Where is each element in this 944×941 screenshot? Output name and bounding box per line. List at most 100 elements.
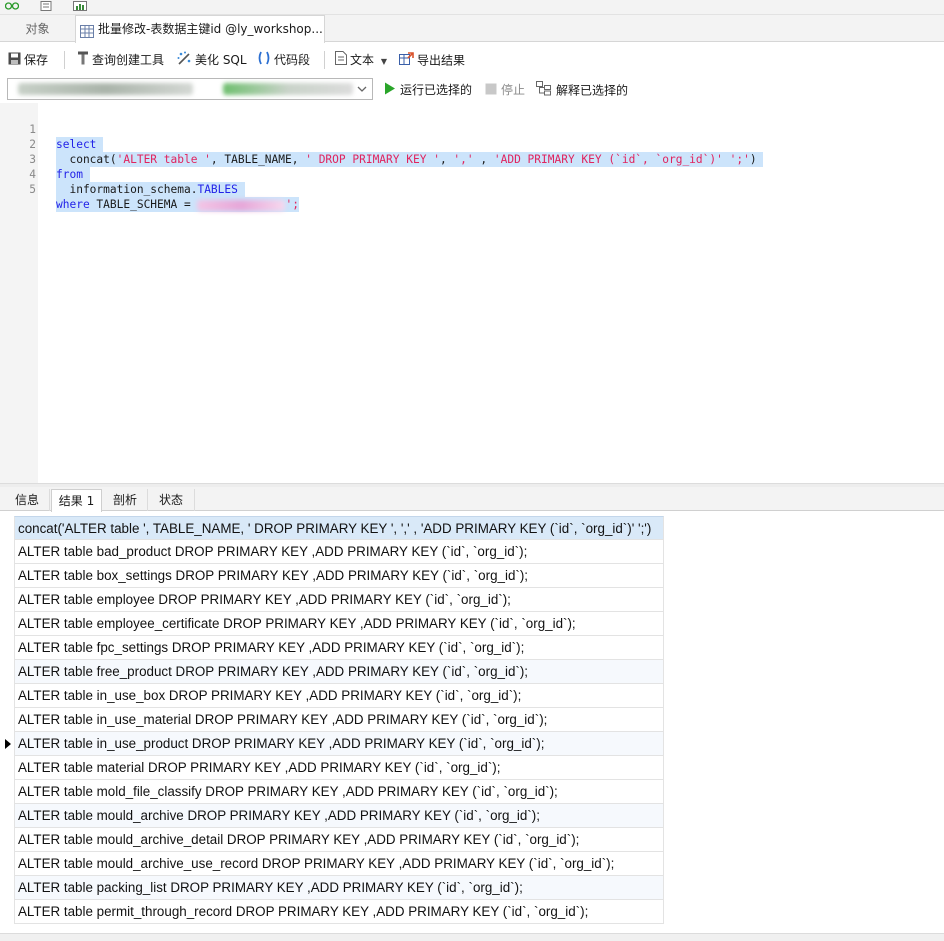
code-token: , bbox=[473, 153, 494, 166]
beautify-icon bbox=[177, 51, 192, 70]
editor-line: 4 information_schema.TABLES bbox=[0, 152, 245, 197]
code-snippet-button[interactable]: 代码段 bbox=[257, 51, 310, 69]
tab-profile[interactable]: 剖析 bbox=[103, 489, 148, 511]
tab-bar: 对象 批量修改-表数据主键id @ly_workshop... bbox=[0, 15, 944, 43]
code-token: ) bbox=[749, 153, 757, 166]
database-name-redacted bbox=[223, 83, 353, 95]
text-icon bbox=[335, 51, 347, 70]
table-row[interactable]: ALTER table free_product DROP PRIMARY KE… bbox=[0, 660, 944, 684]
export-icon bbox=[399, 51, 414, 71]
code-token: information_schema. bbox=[56, 183, 198, 196]
string-literal: 'ALTER table ' bbox=[116, 153, 211, 166]
snippet-label: 代码段 bbox=[274, 53, 311, 67]
result-grid: concat('ALTER table ', TABLE_NAME, ' DRO… bbox=[0, 516, 944, 924]
beautify-sql-button[interactable]: 美化 SQL bbox=[177, 51, 247, 69]
save-button[interactable]: 保存 bbox=[8, 51, 48, 69]
table-cell[interactable]: ALTER table in_use_product DROP PRIMARY … bbox=[14, 732, 664, 756]
status-bar bbox=[0, 933, 944, 941]
table-row[interactable]: ALTER table mould_archive DROP PRIMARY K… bbox=[0, 804, 944, 828]
text-button[interactable]: 文本 ▼ bbox=[335, 51, 387, 69]
toolbar: 保存 查询创建工具 美化 SQL 代码段 文本 ▼ 导出结果 bbox=[0, 43, 944, 75]
query-builder-button[interactable]: 查询创建工具 bbox=[77, 51, 164, 69]
toolbar-separator bbox=[64, 51, 65, 69]
table-row[interactable]: ALTER table mold_file_classify DROP PRIM… bbox=[0, 780, 944, 804]
table-cell[interactable]: ALTER table box_settings DROP PRIMARY KE… bbox=[14, 564, 664, 588]
table-cell[interactable]: ALTER table in_use_material DROP PRIMARY… bbox=[14, 708, 664, 732]
table-cell[interactable]: ALTER table bad_product DROP PRIMARY KEY… bbox=[14, 540, 664, 564]
table-cell[interactable]: ALTER table fpc_settings DROP PRIMARY KE… bbox=[14, 636, 664, 660]
table-cell[interactable]: ALTER table employee_certificate DROP PR… bbox=[14, 612, 664, 636]
table-row[interactable]: ALTER table box_settings DROP PRIMARY KE… bbox=[0, 564, 944, 588]
code-token: , TABLE_NAME, bbox=[210, 153, 306, 166]
code-token: concat( bbox=[56, 153, 117, 166]
code-token: TABLES bbox=[197, 183, 238, 196]
form-view-icon[interactable] bbox=[40, 1, 54, 12]
table-row[interactable]: ALTER table in_use_box DROP PRIMARY KEY … bbox=[0, 684, 944, 708]
result-tabs: 信息 结果 1 剖析 状态 bbox=[0, 487, 944, 512]
table-cell[interactable]: ALTER table permit_through_record DROP P… bbox=[14, 900, 664, 924]
table-cell[interactable]: ALTER table free_product DROP PRIMARY KE… bbox=[14, 660, 664, 684]
table-row[interactable]: ALTER table employee DROP PRIMARY KEY ,A… bbox=[0, 588, 944, 612]
stop-label: 停止 bbox=[501, 83, 526, 97]
keyword-where: where bbox=[56, 198, 90, 211]
table-row[interactable]: ALTER table mould_archive_detail DROP PR… bbox=[0, 828, 944, 852]
table-cell[interactable]: ALTER table mould_archive_use_record DRO… bbox=[14, 852, 664, 876]
tab-query-label: 批量修改-表数据主键id @ly_workshop... bbox=[98, 22, 323, 36]
save-icon bbox=[8, 52, 21, 70]
run-selected-label: 运行已选择的 bbox=[400, 83, 473, 97]
export-results-button[interactable]: 导出结果 bbox=[399, 51, 465, 69]
save-label: 保存 bbox=[24, 53, 49, 67]
string-literal: '; bbox=[285, 198, 299, 211]
string-literal: ' DROP PRIMARY KEY ' bbox=[305, 153, 440, 166]
stop-button[interactable]: 停止 bbox=[485, 81, 525, 99]
table-row[interactable]: ALTER table mould_archive_use_record DRO… bbox=[0, 852, 944, 876]
chevron-down-icon bbox=[356, 82, 368, 99]
grid-view-icon[interactable] bbox=[5, 1, 19, 12]
table-row[interactable]: ALTER table in_use_material DROP PRIMARY… bbox=[0, 708, 944, 732]
table-row[interactable]: ALTER table employee_certificate DROP PR… bbox=[0, 612, 944, 636]
table-row[interactable]: ALTER table in_use_product DROP PRIMARY … bbox=[0, 732, 944, 756]
tab-result-1[interactable]: 结果 1 bbox=[51, 489, 102, 512]
table-row[interactable]: ALTER table material DROP PRIMARY KEY ,A… bbox=[0, 756, 944, 780]
line-number: 5 bbox=[29, 183, 36, 196]
editor-line: 5 where TABLE_SCHEMA = '; bbox=[0, 167, 299, 212]
query-builder-icon bbox=[77, 51, 89, 70]
connection-bar: 运行已选择的 停止 解释已选择的 bbox=[0, 75, 944, 103]
table-row[interactable]: ALTER table packing_list DROP PRIMARY KE… bbox=[0, 876, 944, 900]
row-pointer-icon bbox=[5, 739, 11, 749]
tab-status[interactable]: 状态 bbox=[148, 489, 195, 511]
chevron-down-icon: ▼ bbox=[380, 57, 387, 66]
table-row[interactable]: ALTER table fpc_settings DROP PRIMARY KE… bbox=[0, 636, 944, 660]
tab-table-icon bbox=[80, 22, 95, 43]
schema-name-redacted bbox=[197, 199, 286, 211]
table-cell[interactable]: ALTER table packing_list DROP PRIMARY KE… bbox=[14, 876, 664, 900]
chart-view-icon[interactable] bbox=[73, 1, 87, 12]
grid-header-row: concat('ALTER table ', TABLE_NAME, ' DRO… bbox=[0, 516, 944, 540]
keyword-select: select bbox=[56, 138, 97, 151]
table-cell[interactable]: ALTER table employee DROP PRIMARY KEY ,A… bbox=[14, 588, 664, 612]
top-strip bbox=[0, 0, 944, 15]
table-cell[interactable]: ALTER table mold_file_classify DROP PRIM… bbox=[14, 780, 664, 804]
table-row[interactable]: ALTER table permit_through_record DROP P… bbox=[0, 900, 944, 924]
editor-line: 2 concat('ALTER table ', TABLE_NAME, ' D… bbox=[0, 122, 764, 167]
snippet-icon bbox=[257, 51, 271, 70]
tab-query[interactable]: 批量修改-表数据主键id @ly_workshop... bbox=[75, 15, 325, 43]
explain-selected-button[interactable]: 解释已选择的 bbox=[536, 81, 628, 99]
tab-objects[interactable]: 对象 bbox=[0, 16, 75, 42]
run-selected-button[interactable]: 运行已选择的 bbox=[384, 81, 472, 99]
connection-database-select[interactable] bbox=[7, 78, 373, 100]
sql-editor[interactable]: 1 select 2 concat('ALTER table ', TABLE_… bbox=[0, 103, 944, 483]
code-token: TABLE_SCHEMA = bbox=[89, 198, 198, 211]
keyword-from: from bbox=[56, 168, 83, 181]
table-cell[interactable]: ALTER table mould_archive DROP PRIMARY K… bbox=[14, 804, 664, 828]
table-cell[interactable]: ALTER table in_use_box DROP PRIMARY KEY … bbox=[14, 684, 664, 708]
table-row[interactable]: ALTER table bad_product DROP PRIMARY KEY… bbox=[0, 540, 944, 564]
table-cell[interactable]: ALTER table mould_archive_detail DROP PR… bbox=[14, 828, 664, 852]
column-header[interactable]: concat('ALTER table ', TABLE_NAME, ' DRO… bbox=[14, 516, 664, 540]
explain-selected-label: 解释已选择的 bbox=[556, 83, 629, 98]
editor-line: 1 select bbox=[0, 107, 104, 152]
editor-line: 3 from bbox=[0, 137, 90, 182]
tab-info[interactable]: 信息 bbox=[5, 489, 50, 511]
table-cell[interactable]: ALTER table material DROP PRIMARY KEY ,A… bbox=[14, 756, 664, 780]
toolbar-separator bbox=[324, 51, 325, 69]
